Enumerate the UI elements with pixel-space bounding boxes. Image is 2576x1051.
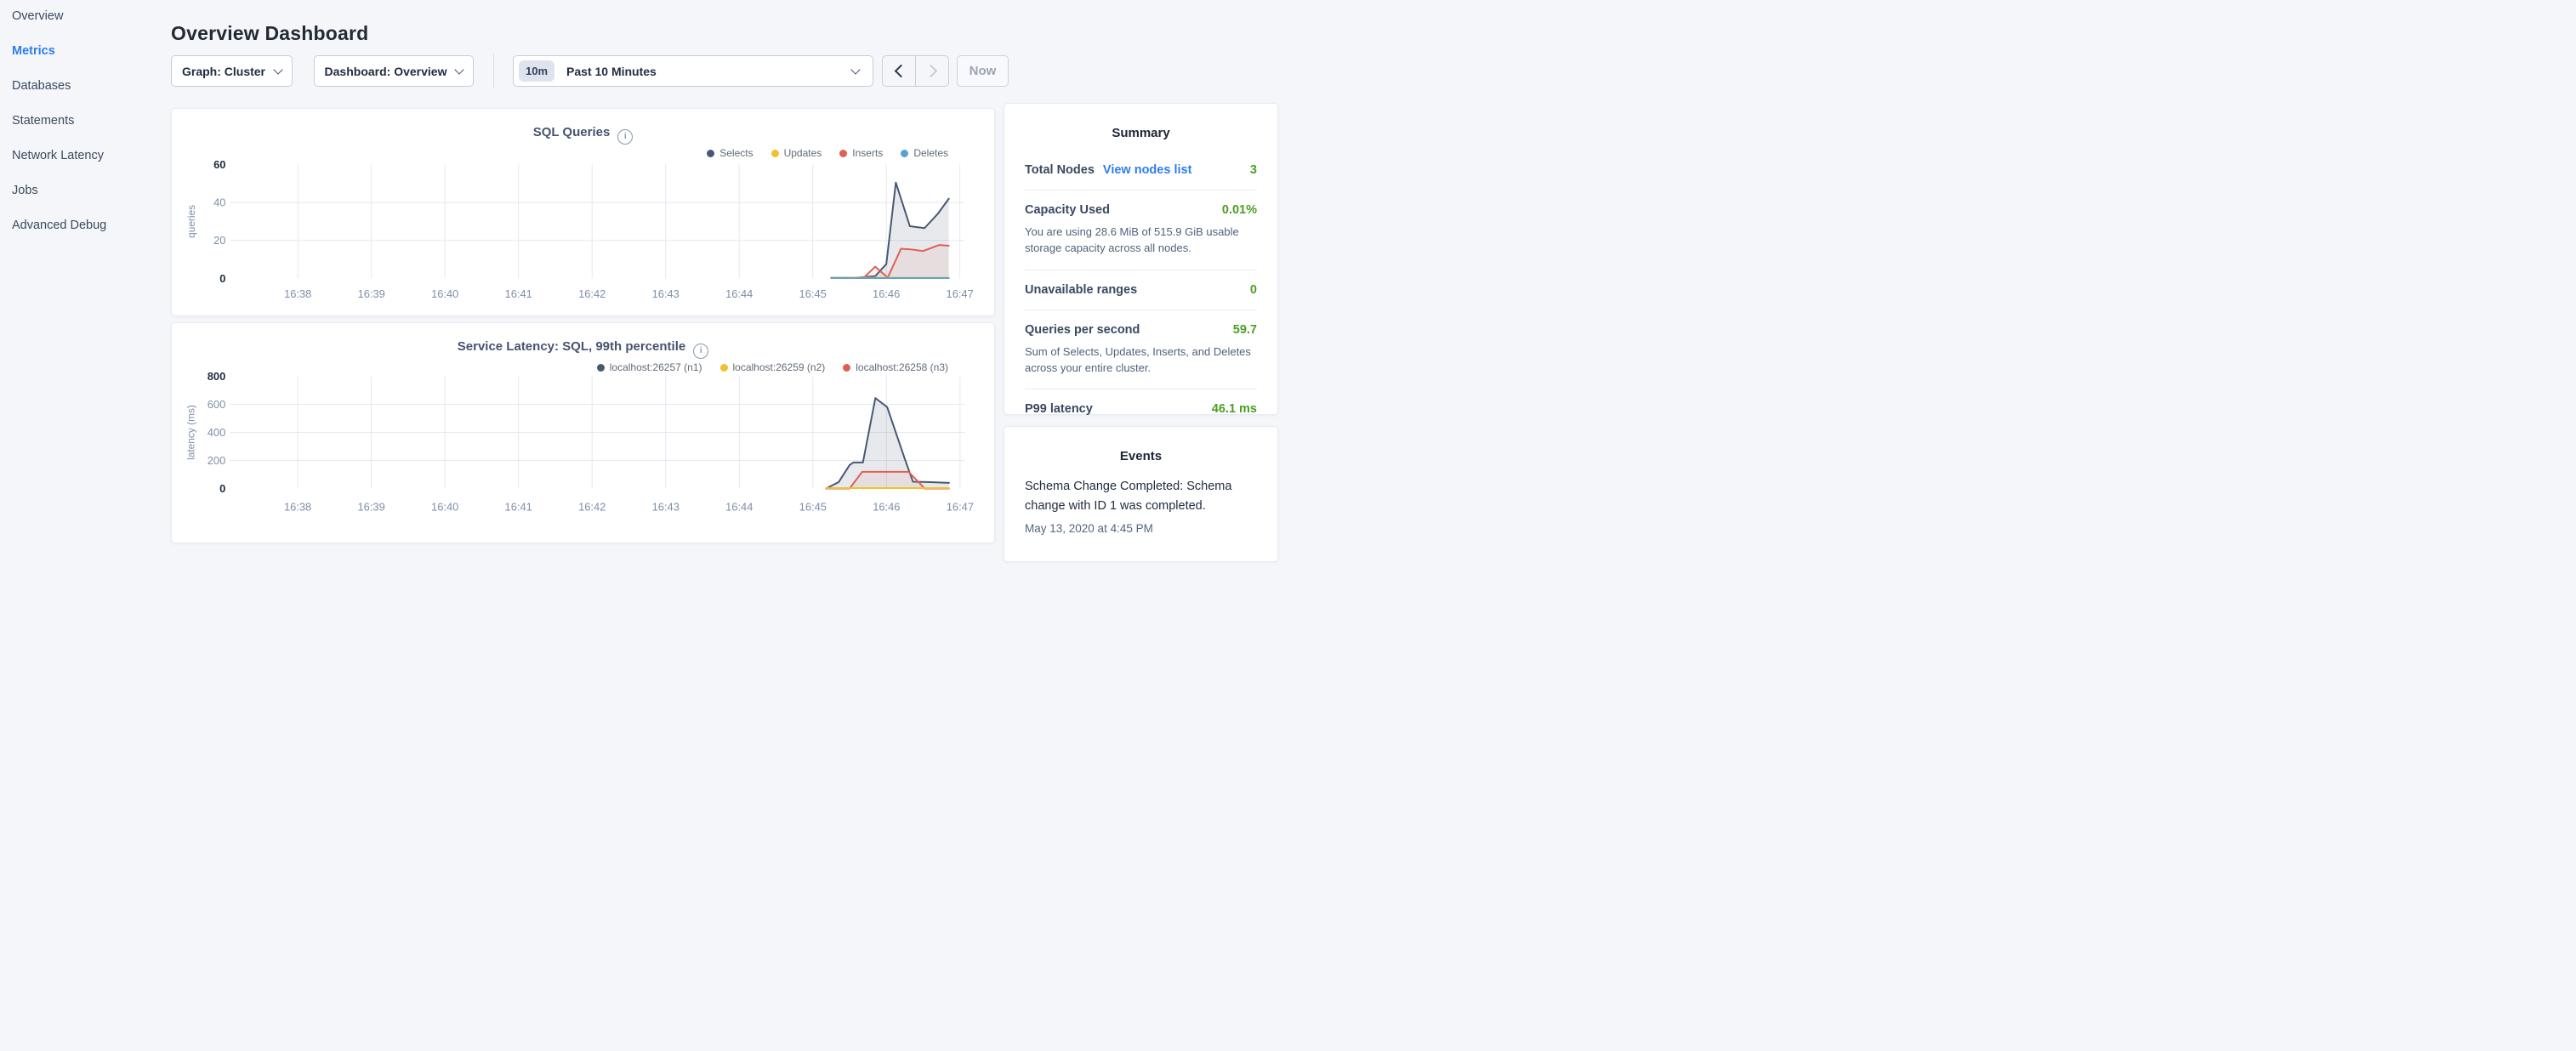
events-panel: Events Schema Change Completed: Schema c… [1004,426,1278,562]
svg-text:40: 40 [213,196,225,209]
now-button[interactable]: Now [957,55,1009,87]
summary-value: 0.01% [1222,203,1257,217]
summary-panel: Summary Total Nodes View nodes list 3 Capac… [1004,103,1278,415]
sql-queries-chart-card: SQL Queriesi SelectsUpdatesInsertsDelete… [171,108,995,316]
events-title: Events [1004,449,1277,463]
svg-text:0: 0 [219,272,225,285]
graph-dropdown-label: Graph: Cluster [182,65,265,78]
sidebar-item-databases[interactable]: Databases [12,80,106,93]
view-nodes-list-link[interactable]: View nodes list [1103,163,1192,177]
graph-dropdown[interactable]: Graph: Cluster [171,55,293,87]
summary-label: Queries per second [1025,323,1140,337]
controls-row: Graph: Cluster Dashboard: Overview 10m P… [171,55,1013,87]
service-latency-chart-card: Service Latency: SQL, 99th percentilei l… [171,322,995,543]
summary-label: Capacity Used [1025,203,1110,217]
svg-text:16:44: 16:44 [725,500,753,513]
svg-text:16:43: 16:43 [652,287,680,300]
summary-rows: Total Nodes View nodes list 3 Capacity Used… [1025,151,1257,429]
svg-text:0: 0 [219,482,225,495]
svg-text:600: 600 [208,398,226,411]
chevron-down-icon [273,65,282,74]
sidebar-item-statements[interactable]: Statements [12,115,106,128]
svg-text:16:40: 16:40 [431,500,458,513]
sidebar-item-overview[interactable]: Overview [12,10,106,23]
summary-note: You are using 28.6 MiB of 515.9 GiB usab… [1025,224,1257,257]
summary-row-queries-per-second: Queries per second 59.7 Sum of Selects, Up… [1025,310,1257,390]
time-forward-button[interactable] [915,56,948,86]
chevron-down-icon [850,65,860,74]
time-backward-button[interactable] [883,56,915,86]
svg-text:16:46: 16:46 [873,287,900,300]
sidebar-item-metrics[interactable]: Metrics [12,45,106,58]
dashboard-dropdown-label: Dashboard: Overview [325,65,447,78]
summary-value: 59.7 [1233,323,1257,337]
event-text: Schema Change Completed: Schema change w… [1025,477,1257,516]
sidebar: Overview Metrics Databases Statements Networ… [12,10,106,232]
svg-text:16:45: 16:45 [799,287,827,300]
summary-label: P99 latency [1025,402,1093,416]
time-range-badge: 10m [519,60,554,82]
svg-text:16:39: 16:39 [357,500,384,513]
svg-text:queries: queries [185,205,197,238]
sidebar-item-advanced-debug[interactable]: Advanced Debug [12,219,106,232]
svg-text:16:38: 16:38 [284,287,311,300]
summary-row-p99-latency: P99 latency 46.1 ms [1025,389,1257,429]
svg-text:60: 60 [213,158,225,171]
time-pager [882,55,949,87]
sidebar-item-network-latency[interactable]: Network Latency [12,150,106,162]
svg-text:800: 800 [208,370,226,383]
sql-queries-plot[interactable]: 16:38 16:39 16:40 16:41 16:42 16:43 16:44 16:45… [172,109,994,315]
svg-text:16:39: 16:39 [358,287,385,300]
svg-text:20: 20 [213,234,225,247]
svg-text:400: 400 [208,426,226,439]
service-latency-plot[interactable]: 16:38 16:39 16:40 16:41 16:42 16:43 16:44 16:45… [172,323,994,543]
summary-row-line: Total Nodes View nodes list 3 [1025,163,1257,177]
summary-row-line: Capacity Used 0.01% [1025,203,1257,217]
svg-text:16:42: 16:42 [578,500,606,513]
svg-text:16:47: 16:47 [947,500,974,513]
svg-text:16:43: 16:43 [652,500,680,513]
summary-row-total-nodes: Total Nodes View nodes list 3 [1025,151,1257,190]
time-range-picker[interactable]: 10m Past 10 Minutes [513,55,873,87]
events-list: Schema Change Completed: Schema change w… [1004,477,1277,535]
summary-value: 46.1 ms [1212,402,1257,416]
svg-text:16:45: 16:45 [799,500,827,513]
svg-text:16:40: 16:40 [431,287,458,300]
svg-text:16:44: 16:44 [725,287,753,300]
controls-divider [493,54,494,88]
svg-text:16:41: 16:41 [505,500,532,513]
dashboard-dropdown[interactable]: Dashboard: Overview [314,55,474,87]
summary-row-line: P99 latency 46.1 ms [1025,402,1257,416]
sidebar-item-jobs[interactable]: Jobs [12,185,106,197]
summary-row-unavailable-ranges: Unavailable ranges 0 [1025,270,1257,310]
event-timestamp: May 13, 2020 at 4:45 PM [1025,522,1257,535]
chevron-down-icon [455,65,464,74]
svg-text:16:42: 16:42 [578,287,606,300]
svg-text:latency (ms): latency (ms) [185,405,197,460]
summary-row-line: Unavailable ranges 0 [1025,283,1257,297]
time-range-label: Past 10 Minutes [566,65,852,78]
svg-text:16:47: 16:47 [947,287,974,300]
svg-text:200: 200 [208,454,226,467]
summary-value: 0 [1250,283,1257,297]
summary-note: Sum of Selects, Updates, Inserts, and De… [1025,344,1257,377]
svg-text:16:38: 16:38 [284,500,311,513]
summary-label: Total Nodes [1025,163,1095,177]
svg-text:16:46: 16:46 [873,500,900,513]
page-title: Overview Dashboard [171,22,368,45]
event-item[interactable]: Schema Change Completed: Schema change w… [1025,477,1257,535]
summary-row-line: Queries per second 59.7 [1025,323,1257,337]
summary-title: Summary [1004,126,1277,140]
chevron-left-icon [894,65,907,78]
chevron-right-icon [924,65,937,78]
summary-label: Unavailable ranges [1025,283,1137,297]
svg-text:16:41: 16:41 [505,287,532,300]
summary-value: 3 [1250,163,1257,177]
summary-row-capacity-used: Capacity Used 0.01% You are using 28.6 MiB… [1025,190,1257,270]
